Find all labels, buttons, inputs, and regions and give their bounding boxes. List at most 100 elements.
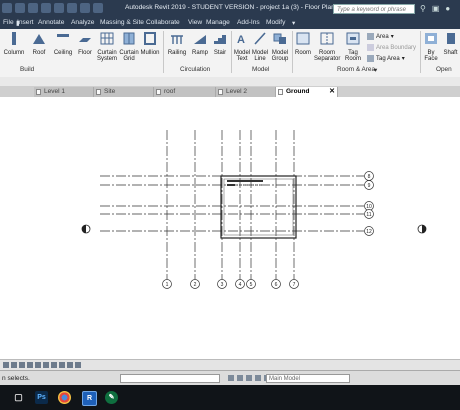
column-button[interactable]: Column bbox=[3, 32, 25, 56]
model-line-button[interactable]: Model Line bbox=[251, 32, 269, 63]
wall-element[interactable] bbox=[227, 184, 235, 186]
sun-path-icon[interactable] bbox=[27, 362, 33, 368]
tab-modify[interactable]: Modify bbox=[266, 19, 285, 26]
grid-label-1: 1 bbox=[166, 282, 169, 288]
visual-style-icon[interactable] bbox=[19, 362, 25, 368]
room-separator-button[interactable]: Room Separator bbox=[314, 32, 340, 63]
by-face-button[interactable]: By Face bbox=[422, 32, 440, 63]
wall-inner-outline bbox=[223, 178, 294, 236]
ribbon: Column Roof Ceiling Floor Curtain System … bbox=[0, 29, 460, 78]
mullion-button[interactable]: Mullion bbox=[139, 32, 161, 56]
model-text-button[interactable]: A Model Text bbox=[233, 32, 251, 63]
ribbon-tabs: File ▮ . Insert Annotate Analyze Massing… bbox=[0, 18, 460, 29]
grid-label-8: 8 bbox=[368, 174, 371, 180]
cart-icon[interactable]: ▣ bbox=[432, 4, 440, 13]
workset-selector[interactable] bbox=[120, 374, 220, 383]
drawing-area[interactable]: 1 2 3 4 5 6 7 8 9 10 11 12 bbox=[0, 97, 460, 359]
wall-element[interactable] bbox=[227, 180, 263, 182]
elevation-marker-west[interactable] bbox=[81, 224, 91, 234]
tab-insert[interactable]: Insert bbox=[17, 19, 34, 26]
ramp-button[interactable]: Ramp bbox=[190, 32, 210, 56]
photoshop-icon[interactable]: Ps bbox=[35, 391, 48, 404]
tab-view[interactable]: View bbox=[188, 19, 202, 26]
design-option-selector[interactable]: Main Model bbox=[266, 374, 350, 383]
detail-level-icon[interactable] bbox=[11, 362, 17, 368]
select-underlay-icon[interactable] bbox=[255, 375, 261, 381]
reveal-hidden-icon[interactable] bbox=[67, 362, 73, 368]
undo-icon[interactable] bbox=[41, 3, 51, 13]
curtain-grid-button[interactable]: Curtain Grid bbox=[119, 32, 139, 63]
floor-button[interactable]: Floor bbox=[75, 32, 95, 56]
shadows-icon[interactable] bbox=[35, 362, 41, 368]
close-tab-icon[interactable]: ✕ bbox=[329, 87, 335, 97]
tab-collaborate[interactable]: Collaborate bbox=[146, 19, 180, 26]
roof-button[interactable]: Roof bbox=[28, 32, 50, 56]
area-button[interactable]: Area ▾ bbox=[367, 33, 394, 40]
user-icon[interactable]: ● bbox=[445, 4, 450, 13]
grid-label-5: 5 bbox=[250, 282, 253, 288]
tag-area-button[interactable]: Tag Area ▾ bbox=[367, 55, 405, 62]
tab-manage[interactable]: Manage bbox=[206, 19, 230, 26]
revit-icon[interactable]: R bbox=[82, 391, 97, 406]
tag-room-button[interactable]: Tag Room bbox=[343, 32, 363, 63]
ceiling-button[interactable]: Ceiling bbox=[52, 32, 74, 56]
floor-plan-icon bbox=[218, 89, 223, 95]
chrome-icon[interactable] bbox=[58, 391, 71, 404]
column-icon bbox=[12, 32, 16, 45]
ceiling-icon bbox=[57, 34, 69, 37]
area-boundary-button[interactable]: Area Boundary bbox=[367, 44, 416, 51]
elevation-marker-east[interactable] bbox=[417, 224, 427, 234]
floor-plan-icon bbox=[36, 89, 41, 95]
search-input[interactable]: Type a keyword or phrase bbox=[333, 4, 415, 14]
panel-label-build: Build bbox=[20, 66, 35, 73]
view-tab-roof[interactable]: roof bbox=[154, 87, 216, 97]
open-icon[interactable] bbox=[15, 3, 25, 13]
stair-button[interactable]: Stair bbox=[210, 32, 230, 56]
room-separator-icon bbox=[320, 32, 334, 45]
binoculars-icon[interactable]: ⚲ bbox=[420, 4, 426, 13]
measure-icon[interactable] bbox=[80, 3, 90, 13]
design-options-icon[interactable] bbox=[237, 375, 243, 381]
tab-file[interactable]: File bbox=[3, 19, 14, 26]
windows-start-icon[interactable]: ▢ bbox=[12, 391, 25, 404]
mullion-icon bbox=[144, 32, 156, 45]
revit-logo-icon[interactable] bbox=[2, 3, 12, 13]
app-icon[interactable]: ✎ bbox=[105, 391, 118, 404]
title-bar: Autodesk Revit 2019 - STUDENT VERSION - … bbox=[0, 0, 460, 18]
room-button[interactable]: Room bbox=[294, 32, 312, 56]
view-tab-level-2[interactable]: Level 2 bbox=[216, 87, 276, 97]
tab-annotate[interactable]: Annotate bbox=[38, 19, 64, 26]
scale-icon[interactable] bbox=[3, 362, 9, 368]
curtain-system-button[interactable]: Curtain System bbox=[96, 32, 118, 63]
room-area-dropdown-icon[interactable]: ▾ bbox=[374, 66, 377, 74]
floor-plan-icon bbox=[96, 89, 101, 95]
shaft-button[interactable]: Shaft bbox=[441, 32, 460, 56]
quick-access-toolbar bbox=[2, 3, 103, 13]
window-title: Autodesk Revit 2019 - STUDENT VERSION - … bbox=[125, 4, 361, 11]
view-tab-site[interactable]: Site bbox=[94, 87, 154, 97]
grid-label-3: 3 bbox=[221, 282, 224, 288]
3d-view-icon[interactable] bbox=[93, 3, 103, 13]
print-icon[interactable] bbox=[67, 3, 77, 13]
grid-label-10: 10 bbox=[366, 204, 372, 210]
view-tab-ground[interactable]: Ground ✕ bbox=[276, 87, 338, 97]
railing-icon bbox=[171, 35, 183, 44]
svg-text:A: A bbox=[237, 34, 245, 45]
ribbon-options-icon[interactable]: ▾ bbox=[292, 19, 295, 27]
tab-massing-site[interactable]: Massing & Site bbox=[100, 19, 144, 26]
editable-only-icon[interactable] bbox=[228, 375, 234, 381]
select-links-icon[interactable] bbox=[246, 375, 252, 381]
railing-button[interactable]: Railing bbox=[166, 32, 188, 56]
save-icon[interactable] bbox=[28, 3, 38, 13]
analytical-model-icon[interactable] bbox=[75, 362, 81, 368]
shaft-icon bbox=[446, 33, 455, 44]
view-tab-level-1[interactable]: Level 1 bbox=[34, 87, 94, 97]
temporary-hide-icon[interactable] bbox=[59, 362, 65, 368]
floor-plan-icon bbox=[278, 89, 283, 95]
redo-icon[interactable] bbox=[54, 3, 64, 13]
show-crop-icon[interactable] bbox=[51, 362, 57, 368]
tab-add-ins[interactable]: Add-Ins bbox=[237, 19, 260, 26]
model-group-button[interactable]: Model Group bbox=[270, 32, 290, 63]
crop-view-icon[interactable] bbox=[43, 362, 49, 368]
tab-analyze[interactable]: Analyze bbox=[71, 19, 94, 26]
